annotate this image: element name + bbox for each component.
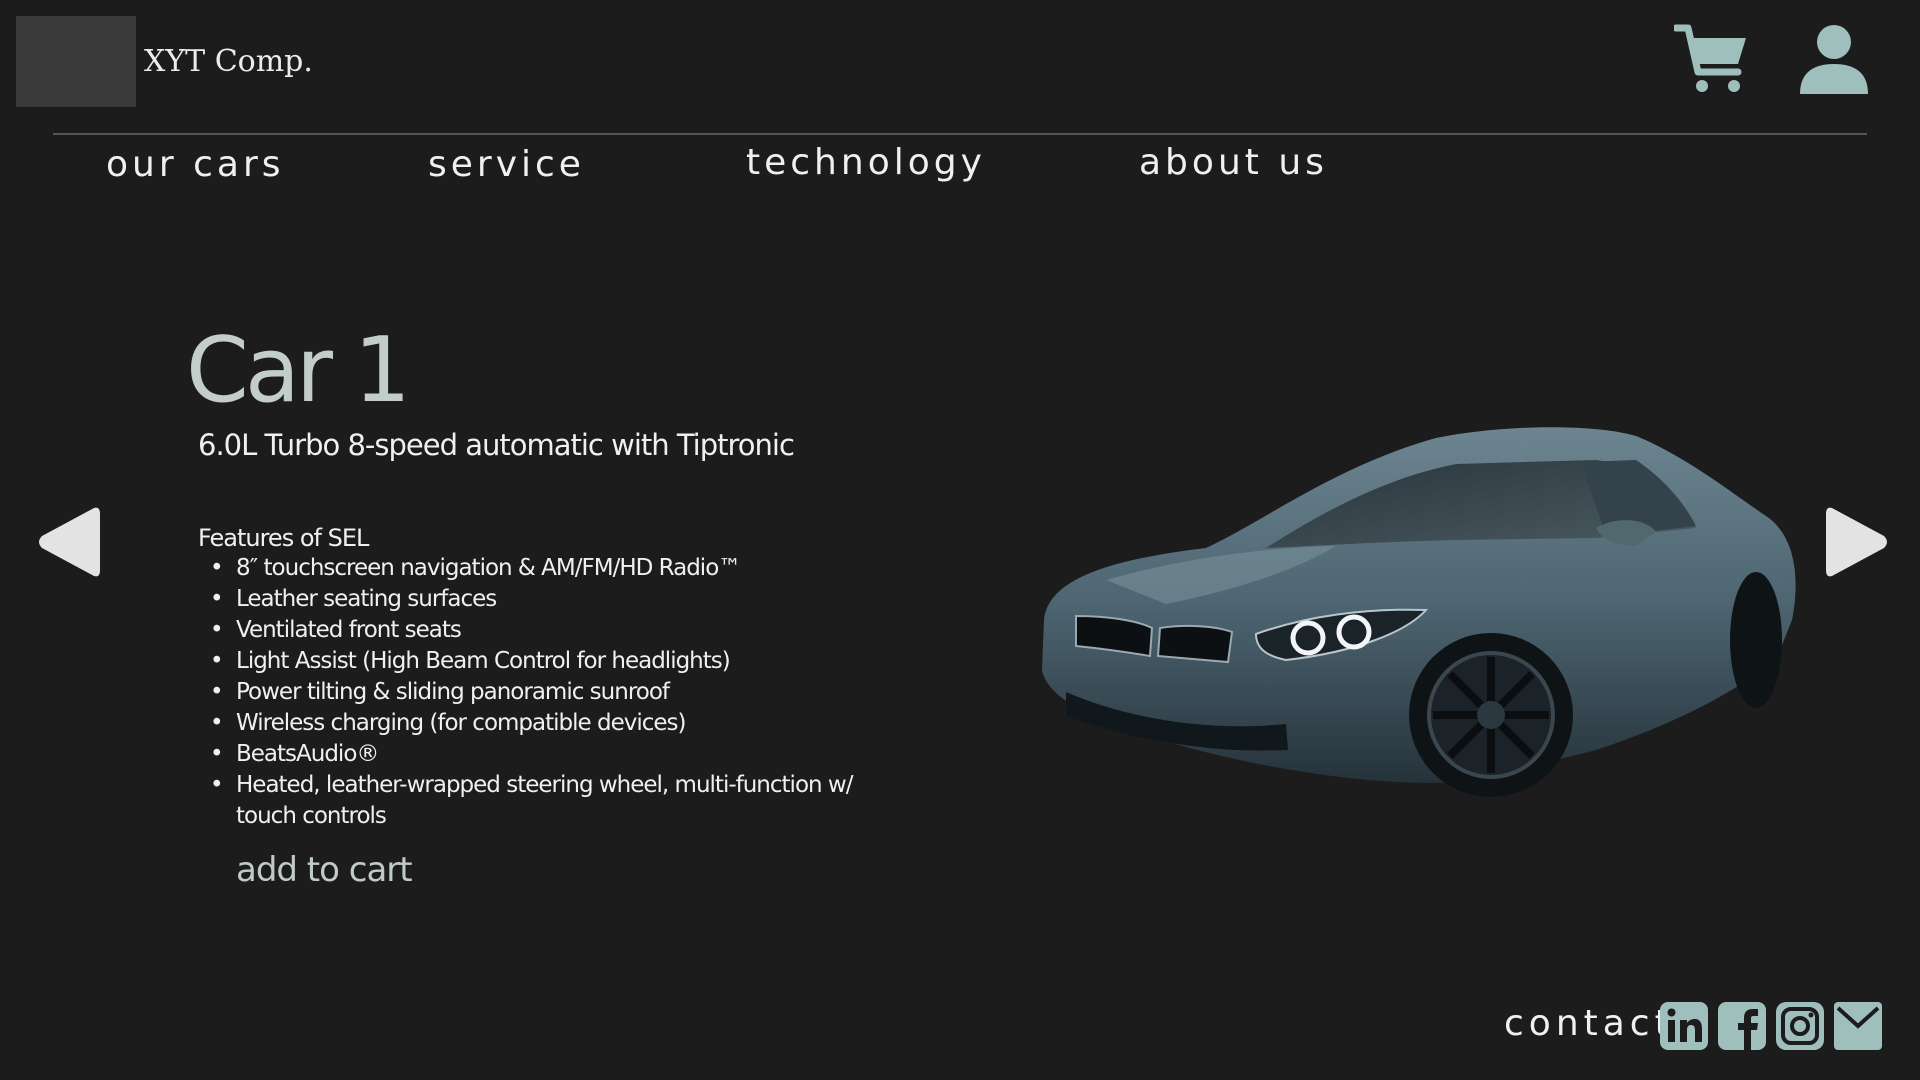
header-divider (53, 133, 1867, 135)
brand-name[interactable]: XYT Comp. (144, 44, 313, 79)
features-list: 8″ touchscreen navigation & AM/FM/HD Rad… (210, 553, 896, 832)
nav-service[interactable]: service (428, 144, 585, 185)
cart-icon[interactable] (1674, 22, 1750, 98)
nav-our-cars[interactable]: our cars (106, 144, 285, 185)
nav-about-us[interactable]: about us (1139, 142, 1328, 183)
feature-item: BeatsAudio® (210, 739, 896, 770)
feature-item: Heated, leather-wrapped steering wheel, … (210, 770, 896, 832)
arrow-left-icon[interactable] (34, 502, 104, 582)
feature-item: Wireless charging (for compatible device… (210, 708, 896, 739)
mail-icon[interactable] (1834, 1002, 1882, 1050)
add-to-cart-button[interactable]: add to cart (236, 850, 413, 890)
linkedin-icon[interactable] (1660, 1002, 1708, 1050)
feature-item: Light Assist (High Beam Control for head… (210, 646, 896, 677)
feature-item: Ventilated front seats (210, 615, 896, 646)
nav-technology[interactable]: technology (746, 142, 986, 183)
facebook-icon[interactable] (1718, 1002, 1766, 1050)
product-subtitle: 6.0L Turbo 8-speed automatic with Tiptro… (198, 428, 795, 462)
instagram-icon[interactable] (1776, 1002, 1824, 1050)
user-icon[interactable] (1796, 22, 1872, 98)
arrow-right-icon[interactable] (1822, 502, 1892, 582)
car-image (1042, 427, 1796, 797)
contact-link[interactable]: contact (1504, 1003, 1674, 1044)
feature-item: Leather seating surfaces (210, 584, 896, 615)
product-title: Car 1 (186, 318, 411, 423)
feature-item: Power tilting & sliding panoramic sunroo… (210, 677, 896, 708)
feature-item: 8″ touchscreen navigation & AM/FM/HD Rad… (210, 553, 896, 584)
features-heading: Features of SEL (198, 524, 369, 552)
logo[interactable] (16, 16, 136, 107)
